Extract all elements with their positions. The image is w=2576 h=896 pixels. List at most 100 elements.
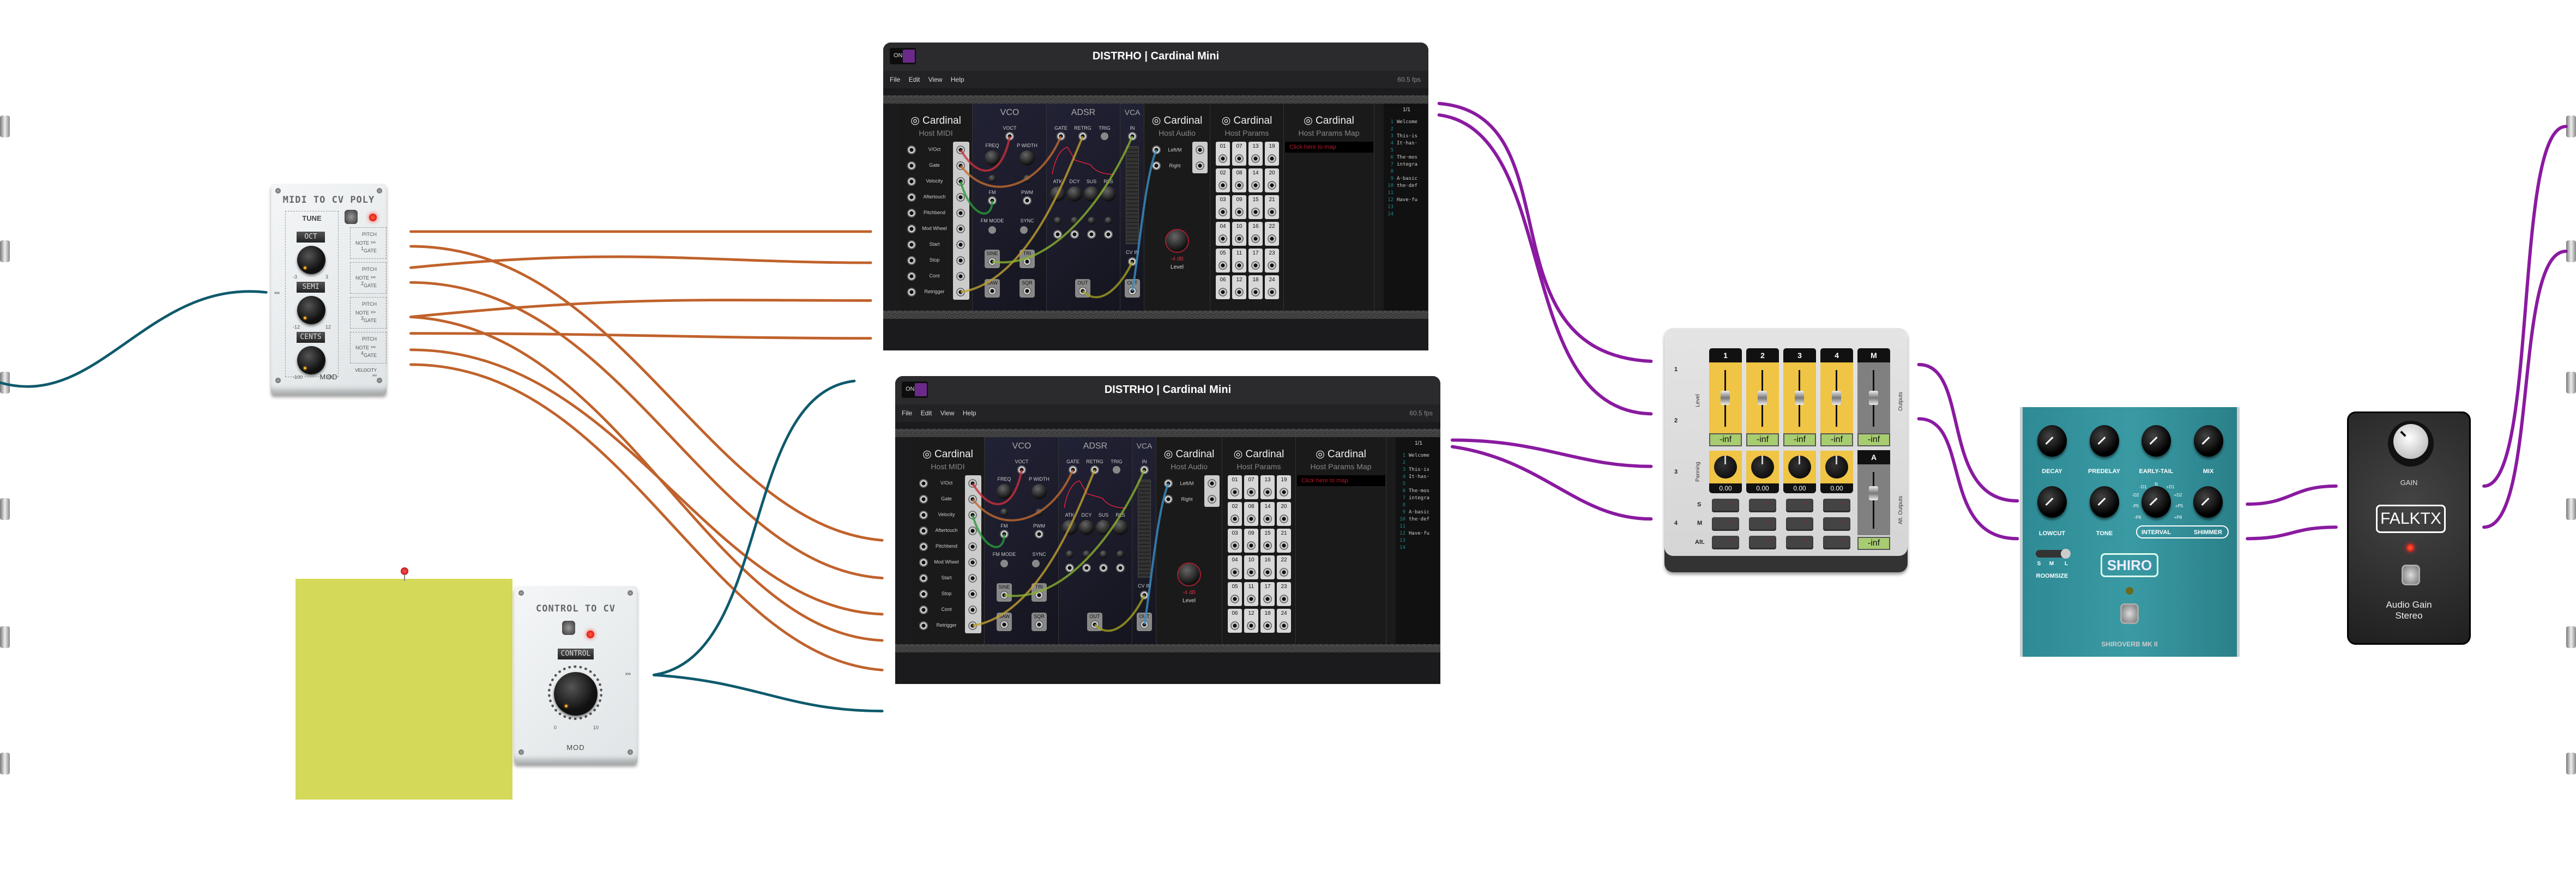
- pwm-jack[interactable]: [1035, 530, 1043, 538]
- midi-input-jack[interactable]: [907, 256, 916, 265]
- param-cell[interactable]: 17: [1260, 582, 1275, 606]
- sine-out-jack[interactable]: [1000, 591, 1009, 600]
- text-editor-module[interactable]: 1/1 1 Welcome 2 3 This·is 4 It·has· 5 6 The·mos 7 i…: [1384, 104, 1428, 311]
- control-to-cv-pedal[interactable]: CONTROL TO CV CONTROL 0 10 ››› MOD: [514, 586, 637, 764]
- menu-help[interactable]: Help: [963, 404, 976, 422]
- param-cell[interactable]: 13: [1248, 142, 1263, 166]
- vca-out-jack[interactable]: [1140, 620, 1149, 629]
- channel-fader[interactable]: [1746, 362, 1779, 433]
- pan-knob[interactable]: [1783, 451, 1816, 483]
- midi-input-jack[interactable]: [907, 177, 916, 186]
- adsr-out-jack[interactable]: [1090, 620, 1099, 629]
- param-cell[interactable]: 10: [1232, 222, 1246, 246]
- solo-button[interactable]: [1749, 499, 1776, 512]
- shimmer-knob[interactable]: [2193, 486, 2223, 518]
- param-cell[interactable]: 04: [1228, 555, 1242, 579]
- vca-module[interactable]: VCA IN CV IN OUT: [1132, 437, 1156, 644]
- mute-button[interactable]: [1712, 517, 1739, 531]
- midi-output-jack[interactable]: [968, 558, 977, 567]
- param-cell[interactable]: 23: [1265, 249, 1279, 273]
- param-cell[interactable]: 05: [1216, 249, 1230, 273]
- system-input-jack[interactable]: [0, 753, 10, 774]
- midi-input-jack[interactable]: [919, 606, 928, 614]
- pwm-amount-knob[interactable]: [1035, 508, 1043, 516]
- decay-knob[interactable]: [2037, 425, 2067, 457]
- midi-input-jack[interactable]: [907, 209, 916, 217]
- alt-button[interactable]: [1823, 536, 1850, 549]
- param-cell[interactable]: 07: [1232, 142, 1246, 166]
- menu-view[interactable]: View: [928, 71, 943, 88]
- midi-input-jack[interactable]: [907, 225, 916, 233]
- midi-input-jack[interactable]: [907, 288, 916, 296]
- bypass-toggle[interactable]: [345, 210, 358, 224]
- pan-knob[interactable]: [1746, 451, 1779, 483]
- param-cell[interactable]: 11: [1232, 249, 1246, 273]
- system-input-jack[interactable]: [0, 116, 10, 137]
- midi-input-jack[interactable]: [919, 511, 928, 519]
- menu-edit[interactable]: Edit: [909, 71, 920, 88]
- click-to-map-button[interactable]: Click here to map: [1297, 475, 1385, 486]
- midi-input-jack[interactable]: [907, 146, 916, 154]
- alt-button[interactable]: [1749, 536, 1776, 549]
- channel-fader[interactable]: [1820, 362, 1853, 433]
- vca-cv-jack[interactable]: [1140, 591, 1149, 600]
- semi-knob[interactable]: [297, 296, 325, 324]
- sqr-out-jack[interactable]: [1035, 620, 1043, 629]
- param-cell[interactable]: 13: [1260, 475, 1275, 499]
- param-cell[interactable]: 18: [1260, 609, 1275, 633]
- midi-output-jack[interactable]: [968, 495, 977, 504]
- param-cell[interactable]: 04: [1216, 222, 1230, 246]
- gain-knob[interactable]: [2388, 421, 2434, 467]
- host-params-map-module[interactable]: ◎ Cardinal Host Params Map Click here to…: [1296, 437, 1386, 644]
- midi-output-jack[interactable]: [956, 272, 965, 281]
- param-cell[interactable]: 24: [1265, 275, 1279, 299]
- attack-knob[interactable]: [1050, 186, 1065, 202]
- param-cell[interactable]: 20: [1277, 502, 1291, 526]
- gate-jack[interactable]: [1057, 132, 1065, 141]
- param-cell[interactable]: 14: [1248, 168, 1263, 192]
- menu-edit[interactable]: Edit: [921, 404, 932, 422]
- bypass-toggle[interactable]: [562, 621, 575, 635]
- level-knob[interactable]: [1165, 229, 1189, 253]
- attack-knob[interactable]: [1062, 520, 1077, 535]
- midi-input-jack[interactable]: [919, 574, 928, 583]
- pan-knob[interactable]: [1820, 451, 1853, 483]
- param-cell[interactable]: 07: [1244, 475, 1258, 499]
- channel-fader[interactable]: [1709, 362, 1742, 433]
- freq-knob[interactable]: [985, 150, 1000, 166]
- param-cell[interactable]: 20: [1265, 168, 1279, 192]
- early-tail-knob[interactable]: [2141, 425, 2171, 457]
- param-cell[interactable]: 17: [1248, 249, 1263, 273]
- vca-cv-jack[interactable]: [1128, 257, 1137, 266]
- param-cell[interactable]: 11: [1244, 582, 1258, 606]
- system-output-jack[interactable]: [2566, 372, 2576, 393]
- fm-mode-button[interactable]: [1000, 560, 1008, 567]
- solo-button[interactable]: [1712, 499, 1739, 512]
- saw-out-jack[interactable]: [1000, 620, 1009, 629]
- param-cell[interactable]: 16: [1248, 222, 1263, 246]
- channel-fader[interactable]: [1783, 362, 1816, 433]
- retrig-jack[interactable]: [1078, 132, 1087, 141]
- menu-help[interactable]: Help: [951, 71, 964, 88]
- fm-amount-knob[interactable]: [1000, 508, 1008, 516]
- alt-fader[interactable]: [1857, 464, 1890, 535]
- param-cell[interactable]: 02: [1228, 502, 1242, 526]
- midi-output-jack[interactable]: [956, 225, 965, 233]
- cardinal-mini-plugin-1[interactable]: ON DISTRHO | Cardinal Mini File Edit Vie…: [883, 43, 1428, 350]
- param-cell[interactable]: 19: [1265, 142, 1279, 166]
- sticky-note[interactable]: [295, 567, 512, 800]
- sustain-knob[interactable]: [1084, 186, 1099, 202]
- solo-button[interactable]: [1823, 499, 1850, 512]
- fm-jack[interactable]: [1000, 530, 1009, 538]
- param-cell[interactable]: 01: [1228, 475, 1242, 499]
- system-output-jack[interactable]: [2566, 498, 2576, 520]
- host-params-map-module[interactable]: ◎ Cardinal Host Params Map Click here to…: [1284, 104, 1374, 311]
- left-input-jack[interactable]: [1164, 479, 1173, 488]
- midi-output-jack[interactable]: [956, 146, 965, 154]
- tri-out-jack[interactable]: [1035, 591, 1043, 600]
- midi-output-jack[interactable]: [956, 209, 965, 217]
- midi-input-jack[interactable]: [919, 495, 928, 504]
- host-params-module[interactable]: ◎ Cardinal Host Params 01 07 13 19 02 08 14 20 0…: [1210, 104, 1284, 311]
- mixer-plugin[interactable]: 1234 Level Panning Outputs Alt. Outputs …: [1664, 328, 1908, 572]
- param-cell[interactable]: 14: [1260, 502, 1275, 526]
